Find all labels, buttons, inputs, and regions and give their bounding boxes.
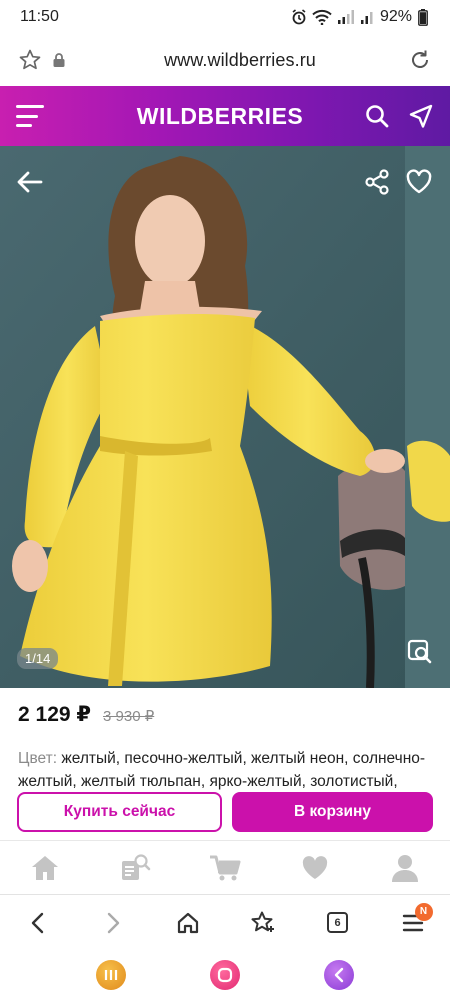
color-description: Цвет: желтый, песочно-желтый, желтый нео… xyxy=(18,747,438,791)
favorites-heart-icon[interactable] xyxy=(301,855,329,881)
browser-menu[interactable]: N xyxy=(388,902,438,933)
status-time: 11:50 xyxy=(20,8,59,25)
nav-home[interactable] xyxy=(15,854,75,882)
site-header: WILDBERRIES xyxy=(0,86,450,146)
tabs-icon[interactable]: 6 xyxy=(327,912,348,933)
status-bar: 11:50 92% xyxy=(0,0,450,34)
menu-icon[interactable] xyxy=(16,105,44,127)
catalog-search-icon[interactable] xyxy=(119,853,151,883)
zoom-image-icon[interactable] xyxy=(406,638,434,666)
price-old: 3 930 ₽ xyxy=(103,708,155,725)
buy-now-button[interactable]: Купить сейчас xyxy=(17,792,222,832)
signal-icon-2 xyxy=(360,12,373,24)
share-icon[interactable] xyxy=(363,168,391,196)
browser-toolbar: 6 N xyxy=(0,894,450,950)
lock-icon[interactable] xyxy=(52,52,66,68)
back-icon[interactable] xyxy=(28,911,48,935)
site-bottom-nav xyxy=(0,840,450,894)
color-values: желтый, песочно-желтый, желтый неон, сол… xyxy=(18,750,426,790)
location-arrow-icon[interactable] xyxy=(408,103,434,129)
reload-icon[interactable] xyxy=(408,48,432,72)
battery-percent: 92% xyxy=(379,8,412,25)
product-photo xyxy=(0,146,450,688)
system-nav-bar xyxy=(0,950,450,1000)
image-counter: 1/14 xyxy=(17,648,59,669)
browser-url-bar: www.wildberries.ru xyxy=(0,34,450,86)
purchase-actions: Купить сейчас В корзину xyxy=(0,790,450,840)
nav-profile[interactable] xyxy=(375,853,435,883)
browser-forward[interactable] xyxy=(88,911,138,935)
recents-button[interactable] xyxy=(96,960,126,990)
home-button[interactable] xyxy=(210,960,240,990)
menu-badge: N xyxy=(414,902,433,921)
forward-icon[interactable] xyxy=(103,911,123,935)
bookmark-star-icon[interactable] xyxy=(18,48,42,72)
home-icon[interactable] xyxy=(30,854,60,882)
back-button[interactable] xyxy=(324,960,354,990)
brand-logo[interactable]: WILDBERRIES xyxy=(44,103,364,130)
recents-icon xyxy=(104,970,118,980)
nav-favorites[interactable] xyxy=(285,855,345,881)
home-circle-icon xyxy=(217,967,233,983)
bookmark-star-icon[interactable] xyxy=(250,910,276,936)
profile-icon[interactable] xyxy=(390,853,420,883)
nav-cart[interactable] xyxy=(195,853,255,883)
signal-icon xyxy=(337,10,354,24)
cart-icon[interactable] xyxy=(208,853,242,883)
browser-tabs[interactable]: 6 xyxy=(313,912,363,933)
favorite-heart-icon[interactable] xyxy=(405,168,433,196)
color-label: Цвет: xyxy=(18,750,58,767)
nav-catalog[interactable] xyxy=(105,853,165,883)
wifi-icon xyxy=(312,9,332,25)
search-icon[interactable] xyxy=(364,103,390,129)
add-to-cart-button[interactable]: В корзину xyxy=(232,792,433,832)
home-icon[interactable] xyxy=(176,911,200,935)
url-text[interactable]: www.wildberries.ru xyxy=(88,50,392,71)
back-chevron-icon xyxy=(334,967,344,983)
price-current: 2 129 ₽ xyxy=(18,703,91,726)
browser-back[interactable] xyxy=(13,911,63,935)
back-arrow-icon[interactable] xyxy=(16,168,44,196)
product-image[interactable]: 1/14 xyxy=(0,146,450,688)
alarm-icon xyxy=(292,9,306,25)
battery-icon xyxy=(418,8,428,26)
price-row: 2 129 ₽ 3 930 ₽ xyxy=(18,702,154,727)
browser-bookmarks[interactable] xyxy=(238,910,288,936)
browser-home[interactable] xyxy=(163,911,213,935)
